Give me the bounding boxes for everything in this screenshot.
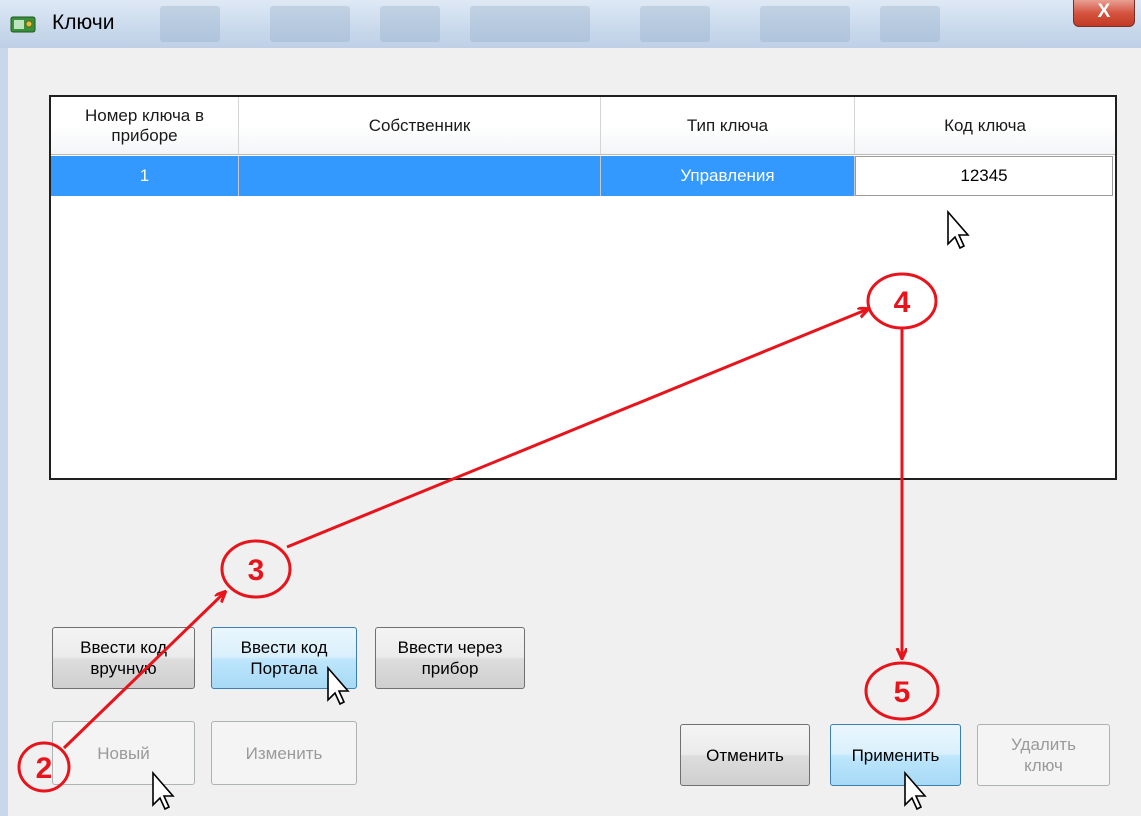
title-bar[interactable]: Ключи X [0, 0, 1141, 48]
enter-portal-code-button[interactable]: Ввести код Портала [211, 627, 357, 689]
delete-key-button[interactable]: Удалить ключ [977, 724, 1110, 786]
cell-key-type[interactable]: Управления [601, 156, 855, 196]
button-label: Применить [851, 745, 940, 765]
step-number: 3 [248, 554, 265, 587]
title-bar-background [270, 6, 350, 42]
close-icon[interactable]: X [1098, 1, 1111, 22]
column-header-key-code[interactable]: Код ключа [855, 97, 1115, 155]
edit-button[interactable]: Изменить [211, 721, 357, 785]
step-marker-5: 5 [864, 661, 940, 721]
title-bar-background [640, 6, 710, 42]
column-header-label: Собственник [368, 115, 471, 135]
column-header-key-number[interactable]: Номер ключа в приборе [51, 97, 239, 155]
button-label: Удалить ключ [1011, 735, 1076, 775]
title-bar-background [760, 6, 850, 42]
step-marker-3: 3 [220, 539, 292, 599]
column-header-owner[interactable]: Собственник [239, 97, 601, 155]
close-button[interactable]: X [1073, 0, 1135, 27]
step-number: 2 [36, 752, 53, 785]
button-label: Ввести код вручную [80, 638, 167, 678]
button-label: Новый [97, 743, 150, 763]
keys-window: Ключи X Номер ключа в приборе Собственни… [0, 0, 1141, 816]
cell-key-code[interactable]: 12345 [855, 156, 1113, 196]
cancel-button[interactable]: Отменить [680, 724, 810, 786]
column-header-label: Код ключа [944, 115, 1026, 135]
column-header-label: Тип ключа [686, 115, 769, 135]
cell-key-number[interactable]: 1 [51, 156, 239, 196]
cell-owner[interactable] [239, 156, 601, 196]
enter-code-manually-button[interactable]: Ввести код вручную [52, 627, 195, 689]
enter-via-device-button[interactable]: Ввести через прибор [375, 627, 525, 689]
column-header-key-type[interactable]: Тип ключа [601, 97, 855, 155]
new-button[interactable]: Новый [52, 721, 195, 785]
window-title: Ключи [52, 11, 115, 34]
button-label: Ввести через прибор [397, 638, 503, 678]
keys-grid[interactable]: Номер ключа в приборе Собственник Тип кл… [49, 95, 1117, 480]
button-label: Изменить [245, 743, 323, 763]
window-frame [0, 48, 8, 816]
step-number: 5 [894, 676, 911, 709]
button-label: Ввести код Портала [240, 638, 328, 678]
apply-button[interactable]: Применить [830, 724, 961, 786]
title-bar-background [880, 6, 940, 42]
button-label: Отменить [706, 745, 784, 765]
app-icon [10, 16, 36, 33]
column-header-label: Номер ключа в приборе [84, 105, 205, 145]
title-bar-background [470, 6, 590, 42]
title-bar-background [160, 6, 220, 42]
title-bar-background [380, 6, 440, 42]
